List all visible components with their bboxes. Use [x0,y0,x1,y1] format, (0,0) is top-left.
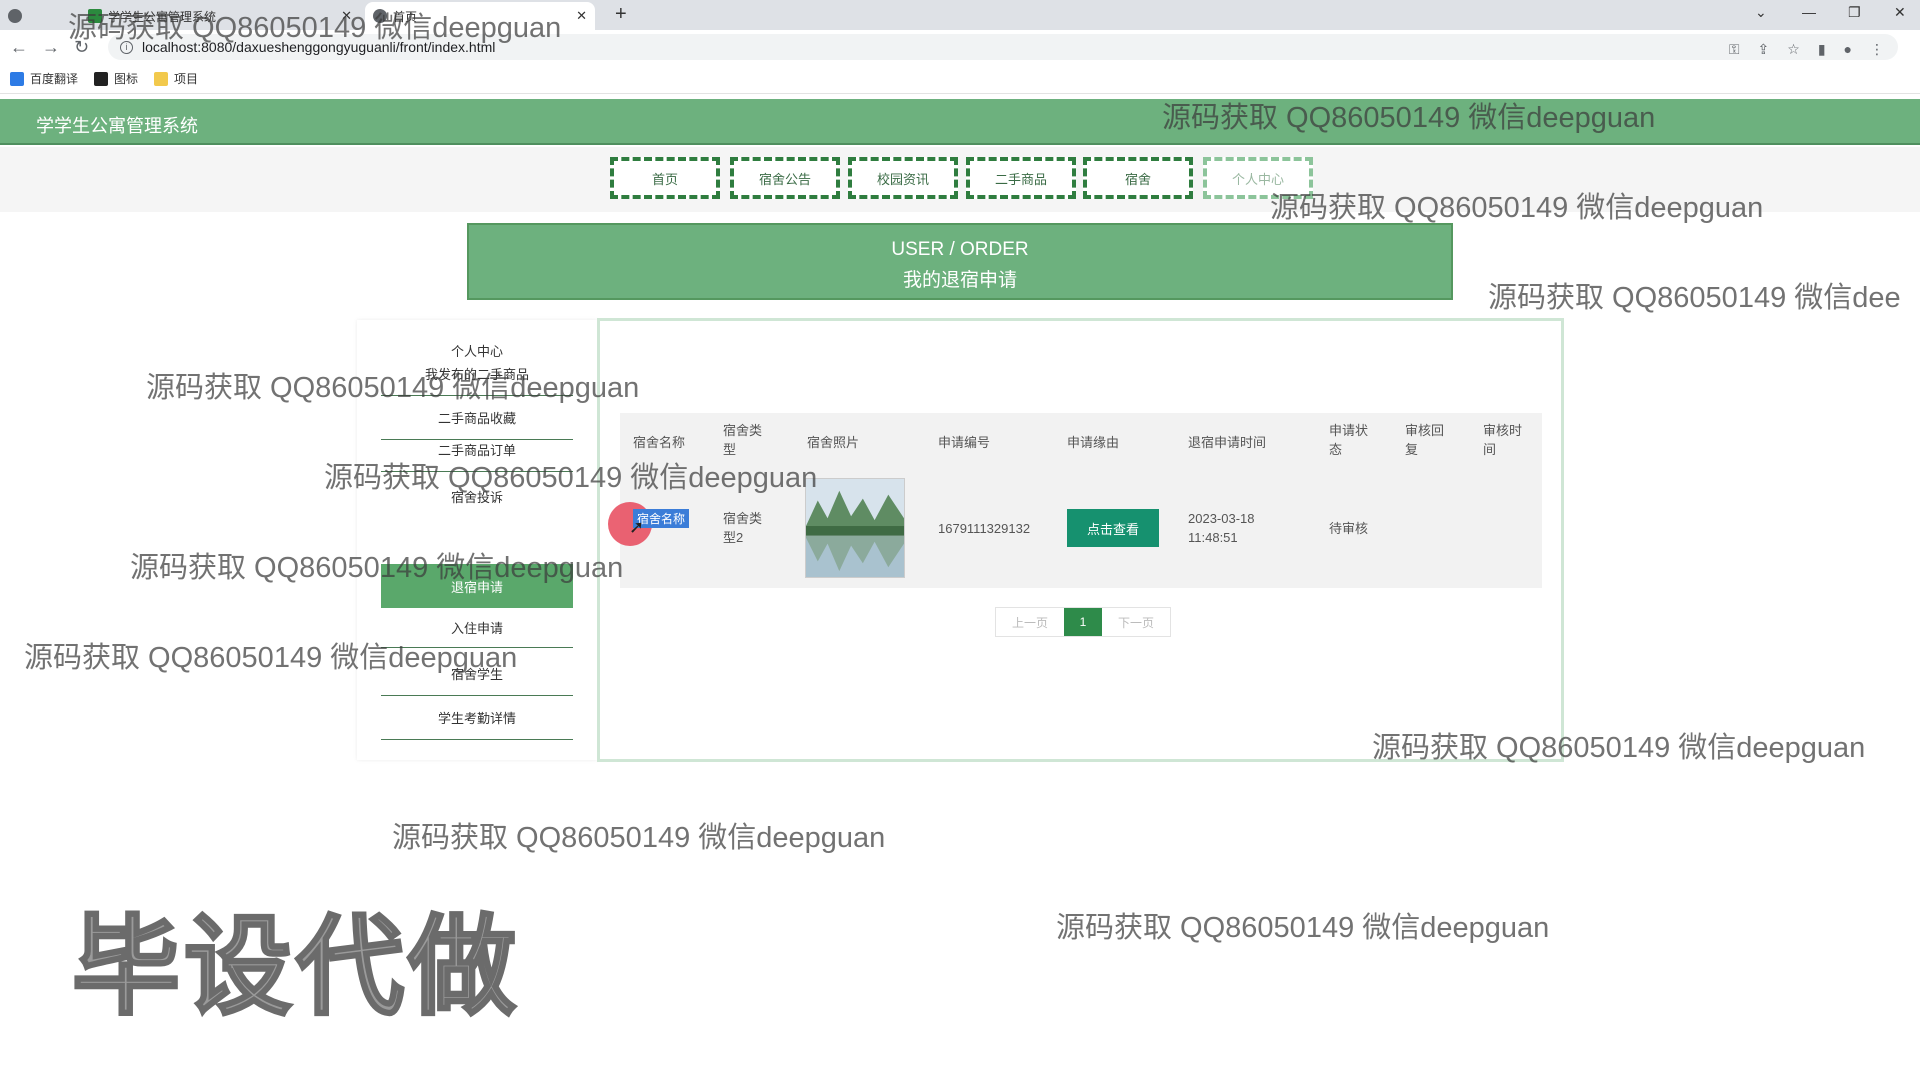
sidebar-item-my-goods[interactable]: 我发布的二手商品 [381,352,573,396]
new-tab-button[interactable]: + [615,3,627,26]
url-text: localhost:8080/daxueshenggongyuguanli/fr… [142,39,496,55]
close-icon[interactable]: ✕ [1894,4,1906,21]
globe-icon [8,9,22,23]
column-header: 审核时间 [1483,423,1523,457]
watermark: 源码获取 QQ86050149 微信deepguan [1056,912,1550,944]
sidebar-item-goods-orders[interactable]: 二手商品订单 [381,428,573,472]
column-header: 退宿申请时间 [1188,435,1267,450]
back-icon[interactable]: ← [10,37,28,58]
info-icon[interactable]: i [120,40,133,54]
forward-icon[interactable]: → [42,37,60,58]
tab-title: 首页 [393,9,418,24]
bookmark-item[interactable]: 图标 [94,70,138,87]
sidebar-item-checkout-request[interactable]: 退宿申请 [381,564,573,608]
share-icon[interactable]: ⇪ [1758,41,1770,58]
column-header: 申请编号 [938,435,991,450]
browser-tab[interactable] [0,2,55,30]
globe-icon [373,9,387,23]
sidebar-item-attendance[interactable]: 学生考勤详情 [381,696,573,740]
profile-icon[interactable]: ● [1844,41,1852,58]
column-header: 宿舍照片 [807,435,860,450]
page-number-current[interactable]: 1 [1064,608,1102,636]
menu-icon[interactable]: ⋮ [1870,41,1884,58]
bookmark-label: 百度翻译 [30,72,79,86]
pagination: 上一页 1 下一页 [995,607,1171,637]
cursor-icon: ➚ [629,517,645,537]
browser-tab-active[interactable]: 首页 ✕ [365,2,595,30]
content-panel: 宿舍名称 宿舍类型 宿舍照片 申请编号 申请缘由 退宿申请时间 申请状态 审核回… [597,318,1564,762]
key-icon[interactable]: ⚿ [1729,41,1740,58]
address-bar-row: ← → ↻ i localhost:8080/daxueshenggongyug… [0,30,1920,64]
column-header: 宿舍名称 [633,435,686,450]
reload-icon[interactable]: ↻ [74,37,89,58]
next-page-button[interactable]: 下一页 [1102,608,1170,636]
tab-title: 学学生公寓管理系统 [108,9,217,24]
site-favicon-icon [88,9,102,23]
main-nav: 首页 宿舍公告 校园资讯 二手商品 宿舍 个人中心 [0,147,1920,212]
table-cell-time: 2023-03-18 11:48:51 [1188,511,1255,545]
sidepanel-icon[interactable]: ▮ [1818,41,1826,58]
minimize-icon[interactable]: — [1802,4,1816,20]
nav-item-profile[interactable]: 个人中心 [1203,157,1313,199]
nav-item-news[interactable]: 校园资讯 [848,157,958,199]
watermark: 源码获取 QQ86050149 微信dee [1488,282,1901,314]
column-header: 审核回复 [1405,423,1445,457]
translate-icon [10,71,24,86]
column-header: 申请状态 [1329,423,1369,457]
bookmark-label: 图标 [114,72,139,86]
table-cell-code: 1679111329132 [938,521,1031,536]
watermark: 源码获取 QQ86050149 微信deepguan [392,822,886,854]
bookmarks-bar: 百度翻译 图标 项目 [0,64,1920,94]
nav-item-dorm[interactable]: 宿舍 [1083,157,1193,199]
table-cell-type: 宿舍类型2 [723,511,763,545]
nav-item-notices[interactable]: 宿舍公告 [730,157,840,199]
prev-page-button[interactable]: 上一页 [996,608,1064,636]
close-icon[interactable]: ✕ [576,8,587,24]
banner-subtitle: USER / ORDER [891,239,1029,260]
dorm-photo [805,478,905,578]
folder-icon [154,71,169,86]
column-header: 申请缘由 [1067,435,1120,450]
sidebar-item-checkin-request[interactable]: 入住申请 [381,608,573,648]
bookmark-item[interactable]: 项目 [154,70,198,87]
page-title: 我的退宿申请 [902,270,1017,291]
column-header: 宿舍类型 [723,423,763,457]
page-banner: USER / ORDER 我的退宿申请 [467,223,1453,300]
bookmark-label: 项目 [174,72,199,86]
close-icon[interactable]: ✕ [341,8,352,24]
sidebar-item-dorm-students[interactable]: 宿舍学生 [381,652,573,696]
sidebar: 个人中心 我发布的二手商品 二手商品收藏 二手商品订单 宿舍投诉 退宿申请 入住… [357,320,597,760]
status-badge: 待审核 [1329,521,1369,536]
site-title: 学学生公寓管理系统 [36,116,198,136]
url-input[interactable]: i localhost:8080/daxueshenggongyuguanli/… [108,34,1898,60]
nav-item-secondhand[interactable]: 二手商品 [966,157,1076,199]
star-icon[interactable]: ☆ [1787,41,1800,58]
sidebar-item-complaints[interactable]: 宿舍投诉 [381,474,573,518]
image-icon [94,71,109,86]
site-header: 学学生公寓管理系统 [0,99,1920,145]
chevron-down-icon[interactable]: ⌄ [1755,4,1767,21]
view-reason-button[interactable]: 点击查看 [1067,509,1159,547]
nav-item-home[interactable]: 首页 [610,157,720,199]
bookmark-item[interactable]: 百度翻译 [10,70,78,87]
restore-icon[interactable]: ❐ [1848,4,1861,21]
checkout-table: 宿舍名称 宿舍类型 宿舍照片 申请编号 申请缘由 退宿申请时间 申请状态 审核回… [608,413,1542,588]
browser-tab[interactable]: 学学生公寓管理系统 ✕ [80,2,360,30]
watermark-large: 毕设代做 [70,905,521,1029]
browser-tab-strip: 学学生公寓管理系统 ✕ 首页 ✕ + ⌄ — ❐ ✕ [0,0,1920,30]
